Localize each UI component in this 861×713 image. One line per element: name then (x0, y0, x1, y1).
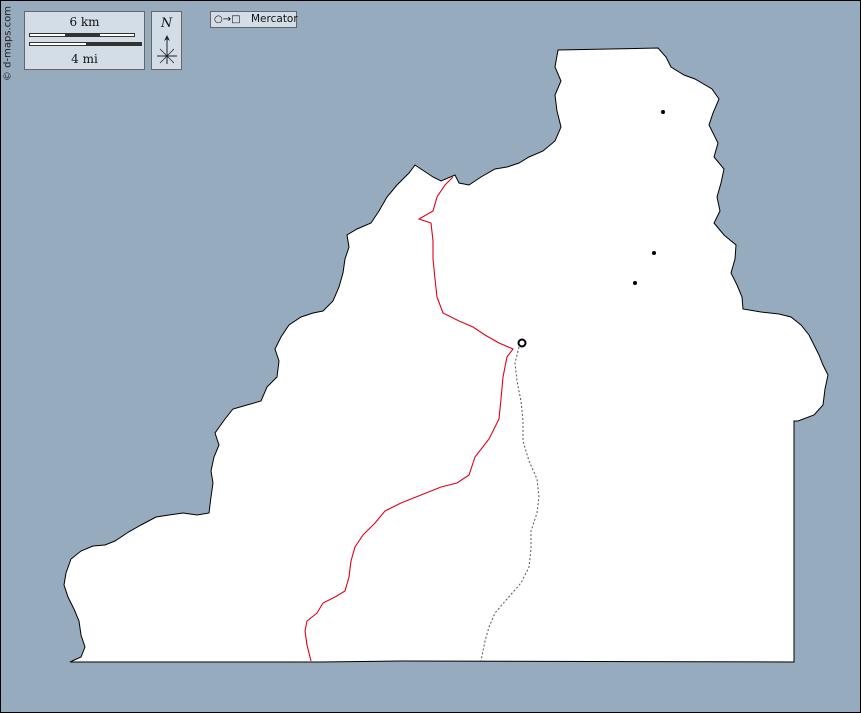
projection-label: Mercator (251, 13, 298, 25)
north-label: N (160, 16, 173, 31)
projection-symbol: ○→□ (214, 14, 241, 25)
projection-panel: ○→□ Mercator (210, 11, 298, 28)
land-area (63, 47, 829, 663)
scale-mi-label: 4 mi (71, 52, 98, 66)
town-dot-icon[interactable] (652, 251, 656, 255)
capital-circle-icon[interactable] (517, 338, 527, 348)
credit-text: © d-maps.com (2, 5, 14, 82)
town-dot-icon[interactable] (661, 110, 665, 114)
map-credit: © d-maps.com (1, 5, 14, 85)
map-land-layer (63, 47, 829, 663)
scale-bar-panel: 6 km 4 mi (24, 11, 145, 70)
scale-bar-km (29, 33, 135, 37)
map-canvas[interactable]: © d-maps.com 6 km 4 mi N ○→□ Mercator (0, 0, 861, 713)
north-arrow-panel: N (151, 11, 182, 70)
scale-km-label: 6 km (69, 15, 100, 29)
town-dot-icon[interactable] (633, 281, 637, 285)
compass-rose-icon (157, 35, 177, 64)
scale-bar-mi (29, 42, 142, 46)
